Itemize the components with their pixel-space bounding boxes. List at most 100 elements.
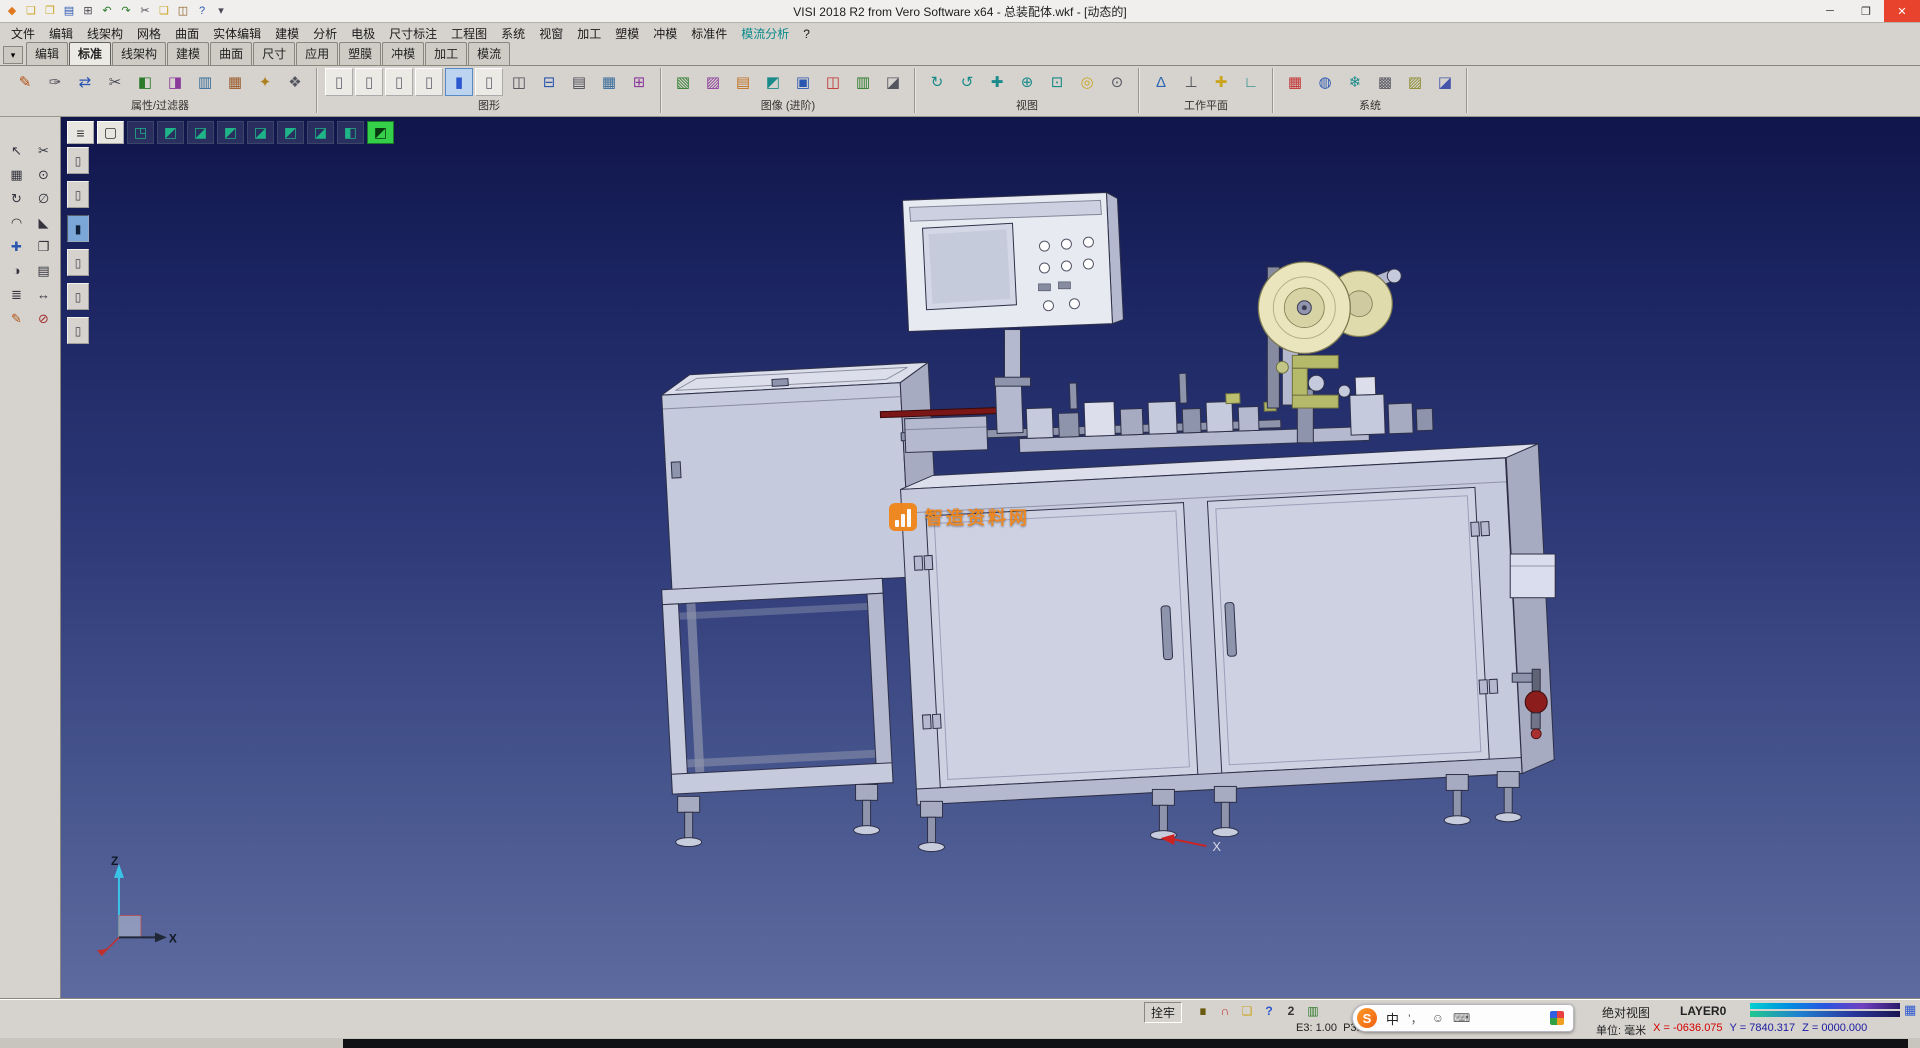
view-left-cube-icon[interactable]: ◩: [277, 121, 304, 144]
view-render-cube-icon[interactable]: ◩: [367, 121, 394, 144]
render-material-icon[interactable]: ▨: [699, 68, 727, 96]
filter-wire-icon[interactable]: ▥: [191, 68, 219, 96]
view-dynamic-icon[interactable]: ⊙: [1103, 68, 1131, 96]
ime-keyboard-icon[interactable]: ⌨: [1453, 1011, 1470, 1025]
attr-dropper-icon[interactable]: ✑: [41, 68, 69, 96]
render-shadow-icon[interactable]: ◩: [759, 68, 787, 96]
workplane-align-icon[interactable]: ⊥: [1177, 68, 1205, 96]
select-icon[interactable]: ↖: [4, 139, 30, 162]
copy-icon[interactable]: ❐: [31, 235, 57, 258]
status-notebook-icon[interactable]: ❏: [1238, 1002, 1256, 1019]
layer-blank-4-icon[interactable]: ▯: [415, 68, 443, 96]
view-shaded-cube-icon[interactable]: ◧: [337, 121, 364, 144]
new-file-icon[interactable]: ❏: [23, 3, 39, 19]
visi-logo-icon[interactable]: ◆: [4, 3, 20, 19]
corner-icon[interactable]: ◣: [31, 211, 57, 234]
diameter-icon[interactable]: ∅: [31, 187, 57, 210]
sogou-toolbox-icon[interactable]: [1550, 1011, 1564, 1025]
grid-icon[interactable]: ▤: [565, 68, 593, 96]
move-icon[interactable]: ✚: [4, 235, 30, 258]
layer-indicator[interactable]: LAYER0: [1680, 1004, 1726, 1018]
layer-blank-3-icon[interactable]: ▯: [385, 68, 413, 96]
deck-equipment[interactable]: [879, 365, 1433, 458]
filter-col-mesh-icon[interactable]: ▯: [67, 317, 89, 344]
filter-surface-icon[interactable]: ◨: [161, 68, 189, 96]
status-lock-icon[interactable]: ∎: [1194, 1002, 1212, 1019]
system-grid-icon[interactable]: ▩: [1371, 68, 1399, 96]
right-door[interactable]: [1207, 487, 1489, 773]
qat-dropdown-icon[interactable]: ▾: [213, 3, 229, 19]
viewport-3d[interactable]: ≡▢◳◩◪◩◪◩◪◧◩ ▯▯▮▯▯▯: [61, 117, 1920, 999]
view-top-cube-icon[interactable]: ◪: [187, 121, 214, 144]
view-right-cube-icon[interactable]: ◪: [307, 121, 334, 144]
copy-icon[interactable]: ❑: [156, 3, 172, 19]
system-globe-icon[interactable]: ◍: [1311, 68, 1339, 96]
sketch-icon[interactable]: ✎: [4, 307, 30, 330]
view-back-cube-icon[interactable]: ◪: [247, 121, 274, 144]
view-iso-cube-icon[interactable]: ◩: [157, 121, 184, 144]
snap-grid-icon[interactable]: ▦: [4, 163, 30, 186]
workplane-xy-icon[interactable]: Δ: [1147, 68, 1175, 96]
ime-emoji-icon[interactable]: ☺: [1432, 1011, 1444, 1025]
snap-point-icon[interactable]: ⊙: [31, 163, 57, 186]
undo-icon[interactable]: ↶: [99, 3, 115, 19]
absolute-view-label[interactable]: 绝对视图: [1602, 1004, 1650, 1021]
render-scene-icon[interactable]: ▧: [669, 68, 697, 96]
attr-scissors-icon[interactable]: ✂: [101, 68, 129, 96]
filter-col-points-icon[interactable]: ▯: [67, 181, 89, 208]
sogou-logo-icon[interactable]: S: [1357, 1008, 1377, 1028]
cut-icon[interactable]: ✂: [137, 3, 153, 19]
render-texture-icon[interactable]: ▣: [789, 68, 817, 96]
dynamic-view-icon[interactable]: ⊞: [625, 68, 653, 96]
assembly-model[interactable]: X Z X: [61, 117, 1920, 999]
workplane-3d-icon[interactable]: ∟: [1237, 68, 1265, 96]
layer-blank-2-icon[interactable]: ▯: [355, 68, 383, 96]
filter-col-solids-icon[interactable]: ▯: [67, 283, 89, 310]
hidden-line-icon[interactable]: ◫: [505, 68, 533, 96]
left-cabinet[interactable]: [661, 362, 940, 589]
view-rotate-icon[interactable]: ↻: [923, 68, 951, 96]
arc-icon[interactable]: ◠: [4, 211, 30, 234]
render-animate-icon[interactable]: ▥: [849, 68, 877, 96]
redo-icon[interactable]: ↷: [118, 3, 134, 19]
status-count-badge[interactable]: 2: [1282, 1002, 1300, 1019]
lock-toggle[interactable]: 拴牢: [1144, 1002, 1182, 1023]
maximize-button[interactable]: ❐: [1848, 0, 1884, 22]
stretch-icon[interactable]: ↔: [31, 283, 57, 306]
status-chart-icon[interactable]: ▥: [1304, 1002, 1322, 1019]
minimize-button[interactable]: ─: [1812, 0, 1848, 22]
ime-punctuation[interactable]: ’，: [1408, 1010, 1423, 1027]
view-blank-icon[interactable]: ▢: [97, 121, 124, 144]
view-rotate-ccw-icon[interactable]: ↺: [953, 68, 981, 96]
section-icon[interactable]: ⊟: [535, 68, 563, 96]
delete-icon[interactable]: ⊘: [31, 307, 57, 330]
rotate-icon[interactable]: ↻: [4, 187, 30, 210]
filter-solid-icon[interactable]: ◧: [131, 68, 159, 96]
left-frame[interactable]: [662, 578, 893, 794]
view-pan-icon[interactable]: ✚: [983, 68, 1011, 96]
filter-col-active-icon[interactable]: ▮: [67, 215, 89, 242]
filter-point-icon[interactable]: ▦: [221, 68, 249, 96]
status-magnet-icon[interactable]: ∩: [1216, 1002, 1234, 1019]
attr-swap-icon[interactable]: ⇄: [71, 68, 99, 96]
system-plate-icon[interactable]: ◪: [1431, 68, 1459, 96]
wireframe-icon[interactable]: ▯: [475, 68, 503, 96]
filter-col-curves-icon[interactable]: ▯: [67, 249, 89, 276]
print-icon[interactable]: ⊞: [80, 3, 96, 19]
control-panel[interactable]: [903, 192, 1124, 386]
system-palette-icon[interactable]: ▦: [1281, 68, 1309, 96]
viewbar-menu-icon[interactable]: ≡: [67, 121, 94, 144]
view-wireframe-cube-icon[interactable]: ◳: [127, 121, 154, 144]
layer-blank-1-icon[interactable]: ▯: [325, 68, 353, 96]
view-zoom-icon[interactable]: ⊕: [1013, 68, 1041, 96]
workplane-origin-icon[interactable]: ✚: [1207, 68, 1235, 96]
paste-icon[interactable]: ◫: [175, 3, 191, 19]
render-capture-icon[interactable]: ◫: [819, 68, 847, 96]
status-help-icon[interactable]: ?: [1260, 1002, 1278, 1019]
open-file-icon[interactable]: ❐: [42, 3, 58, 19]
system-snowflake-icon[interactable]: ❄: [1341, 68, 1369, 96]
scissors-icon[interactable]: ✂: [31, 139, 57, 162]
filter-col-all-icon[interactable]: ▯: [67, 147, 89, 174]
view-previous-icon[interactable]: ◎: [1073, 68, 1101, 96]
system-mesh-icon[interactable]: ▨: [1401, 68, 1429, 96]
